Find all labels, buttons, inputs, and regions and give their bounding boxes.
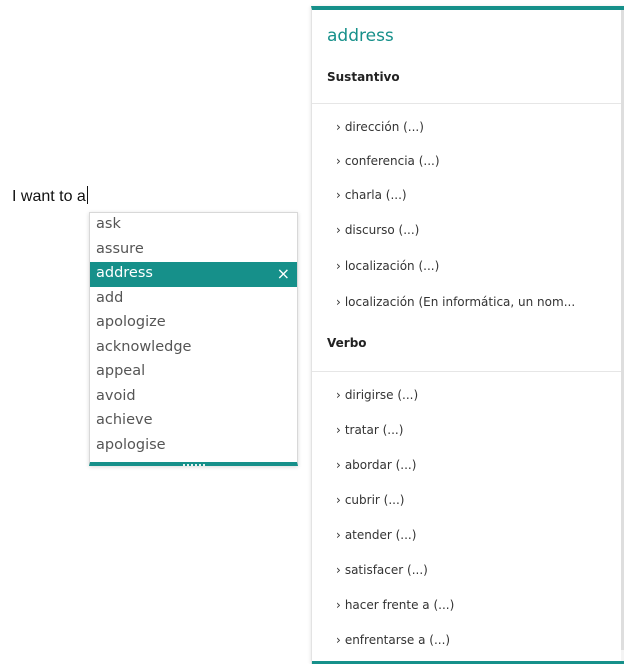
chevron-right-icon: ›: [336, 493, 341, 507]
translation-item[interactable]: › atender (...): [336, 528, 416, 542]
resize-grip-icon[interactable]: [178, 463, 210, 467]
suggestion-label: add: [96, 289, 124, 306]
section-divider: [312, 103, 624, 104]
pos-heading-verb: Verbo: [327, 336, 367, 350]
chevron-right-icon: ›: [336, 188, 341, 202]
close-icon[interactable]: ×: [277, 262, 290, 285]
translation-item[interactable]: › dirección (...): [336, 120, 424, 134]
chevron-right-icon: ›: [336, 563, 341, 577]
translation-item[interactable]: › dirigirse (...): [336, 388, 418, 402]
translation-item[interactable]: › localización (En informática, un nom...: [336, 295, 575, 309]
suggestion-item[interactable]: add: [90, 287, 297, 312]
suggestion-item[interactable]: avoid: [90, 385, 297, 410]
chevron-right-icon: ›: [336, 598, 341, 612]
translation-panel: address Sustantivo › dirección (...) › con…: [311, 6, 624, 664]
suggestion-label: achieve: [96, 412, 153, 428]
suggestion-label: acknowledge: [96, 338, 192, 355]
translation-item[interactable]: › discurso (...): [336, 223, 419, 237]
pos-heading-noun: Sustantivo: [327, 70, 400, 84]
suggestion-label: address: [96, 265, 153, 281]
suggestion-label: apologise: [96, 436, 166, 453]
suggestion-item[interactable]: assure: [90, 238, 297, 263]
suggestion-item[interactable]: apologize: [90, 311, 297, 336]
translation-item[interactable]: › enfrentarse a (...): [336, 633, 450, 647]
suggestion-item-selected[interactable]: address ×: [90, 262, 297, 287]
typed-text: I want to a: [12, 188, 86, 205]
chevron-right-icon: ›: [336, 458, 341, 472]
chevron-right-icon: ›: [336, 223, 341, 237]
suggestion-label: assure: [96, 240, 144, 257]
translation-item[interactable]: › conferencia (...): [336, 154, 440, 168]
suggestion-item[interactable]: appeal: [90, 360, 297, 385]
translation-item[interactable]: › hacer frente a (...): [336, 598, 454, 612]
suggestion-label: apologize: [96, 314, 166, 330]
translation-item[interactable]: › localización (...): [336, 259, 439, 273]
autocomplete-list: ask assure address × add apologize ackno…: [89, 212, 298, 466]
chevron-right-icon: ›: [336, 120, 341, 134]
suggestion-label: ask: [96, 216, 121, 232]
chevron-right-icon: ›: [336, 259, 341, 273]
chevron-right-icon: ›: [336, 295, 341, 309]
suggestion-item[interactable]: apologise: [90, 434, 297, 459]
text-caret: [86, 186, 88, 204]
chevron-right-icon: ›: [336, 154, 341, 168]
translation-item[interactable]: › cubrir (...): [336, 493, 404, 507]
translation-item[interactable]: › tratar (...): [336, 423, 403, 437]
suggestion-item[interactable]: ask: [90, 213, 297, 238]
editor-text[interactable]: I want to a: [12, 186, 88, 206]
chevron-right-icon: ›: [336, 633, 341, 647]
translation-item[interactable]: › charla (...): [336, 188, 407, 202]
suggestion-label: avoid: [96, 387, 136, 404]
chevron-right-icon: ›: [336, 388, 341, 402]
chevron-right-icon: ›: [336, 423, 341, 437]
chevron-right-icon: ›: [336, 528, 341, 542]
translation-item[interactable]: › abordar (...): [336, 458, 416, 472]
suggestion-item[interactable]: achieve: [90, 409, 297, 434]
suggestion-label: appeal: [96, 363, 146, 379]
translation-item[interactable]: › satisfacer (...): [336, 563, 428, 577]
section-divider: [312, 371, 624, 372]
panel-word: address: [327, 26, 394, 46]
suggestion-item[interactable]: acknowledge: [90, 336, 297, 361]
